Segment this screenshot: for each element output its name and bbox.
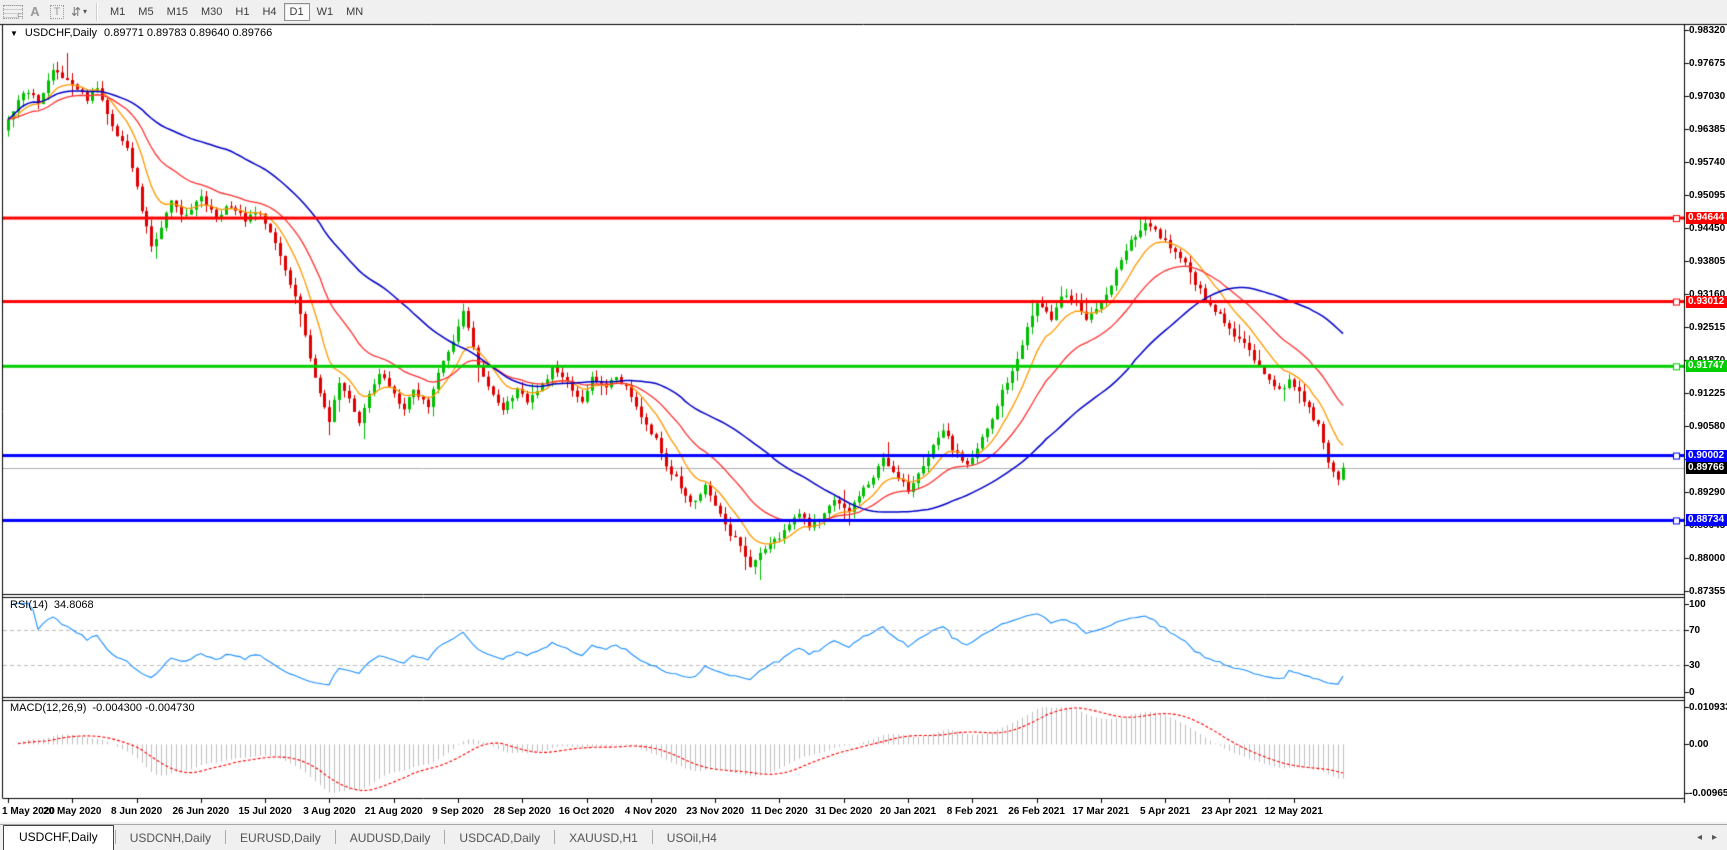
chart-tab-usdchf[interactable]: USDCHF,Daily xyxy=(3,825,114,850)
arrows-glyph: ⇵ xyxy=(71,5,81,19)
price-axis-zone[interactable] xyxy=(1684,24,1727,798)
tab-separator xyxy=(554,830,555,844)
tab-scroll-buttons: ◂ ▸ xyxy=(1697,832,1717,843)
tab-separator xyxy=(335,830,336,844)
arrows-tool-icon[interactable]: ⇵ ▾ xyxy=(68,2,90,21)
chart-tab-eurusd[interactable]: EURUSD,Daily xyxy=(227,828,334,850)
timeframe-button-m30[interactable]: M30 xyxy=(195,3,228,21)
tab-scroll-left-icon[interactable]: ◂ xyxy=(1697,832,1702,843)
letter-a-glyph: A xyxy=(30,4,39,19)
tab-separator xyxy=(652,830,653,844)
timeframe-button-mn[interactable]: MN xyxy=(340,3,369,21)
tab-scroll-right-icon[interactable]: ▸ xyxy=(1712,832,1717,843)
timeframe-button-w1[interactable]: W1 xyxy=(311,3,340,21)
fibo-grid-glyph: F xyxy=(3,5,23,19)
top-toolbar: F A T ⇵ ▾ M1M5M15M30H1H4D1W1MN xyxy=(0,0,1727,23)
tab-separator xyxy=(115,830,116,844)
tab-separator xyxy=(444,830,445,844)
chart-tab-usdcnh[interactable]: USDCNH,Daily xyxy=(117,828,224,850)
toolbar-separator xyxy=(96,3,98,21)
chart-tab-usdcad[interactable]: USDCAD,Daily xyxy=(446,828,553,850)
timeframe-button-m5[interactable]: M5 xyxy=(132,3,159,21)
chart-canvas[interactable] xyxy=(0,0,1727,850)
timeframe-button-d1[interactable]: D1 xyxy=(284,3,310,21)
text-label-icon[interactable]: A xyxy=(24,2,46,21)
time-axis-zone[interactable] xyxy=(0,799,1684,823)
chart-tab-audusd[interactable]: AUDUSD,Daily xyxy=(337,828,444,850)
text-box-icon[interactable]: T xyxy=(46,2,68,21)
chevron-down-icon: ▾ xyxy=(83,7,87,16)
timeframe-button-h1[interactable]: H1 xyxy=(229,3,255,21)
chart-tabs: USDCHF,DailyUSDCNH,DailyEURUSD,DailyAUDU… xyxy=(0,825,730,850)
letter-t-glyph: T xyxy=(50,5,65,19)
timeframe-button-h4[interactable]: H4 xyxy=(256,3,282,21)
fibo-grid-icon[interactable]: F xyxy=(2,2,24,21)
timeframe-button-m15[interactable]: M15 xyxy=(161,3,194,21)
chart-tab-usoil[interactable]: USOil,H4 xyxy=(654,828,730,850)
chart-tab-bar: USDCHF,DailyUSDCNH,DailyEURUSD,DailyAUDU… xyxy=(0,824,1727,850)
tab-separator xyxy=(225,830,226,844)
timeframe-button-group: M1M5M15M30H1H4D1W1MN xyxy=(104,3,369,21)
mt4-window: F A T ⇵ ▾ M1M5M15M30H1H4D1W1MN ▼ USDCHF,… xyxy=(0,0,1727,850)
chart-tab-xauusd[interactable]: XAUUSD,H1 xyxy=(556,828,651,850)
timeframe-button-m1[interactable]: M1 xyxy=(104,3,131,21)
